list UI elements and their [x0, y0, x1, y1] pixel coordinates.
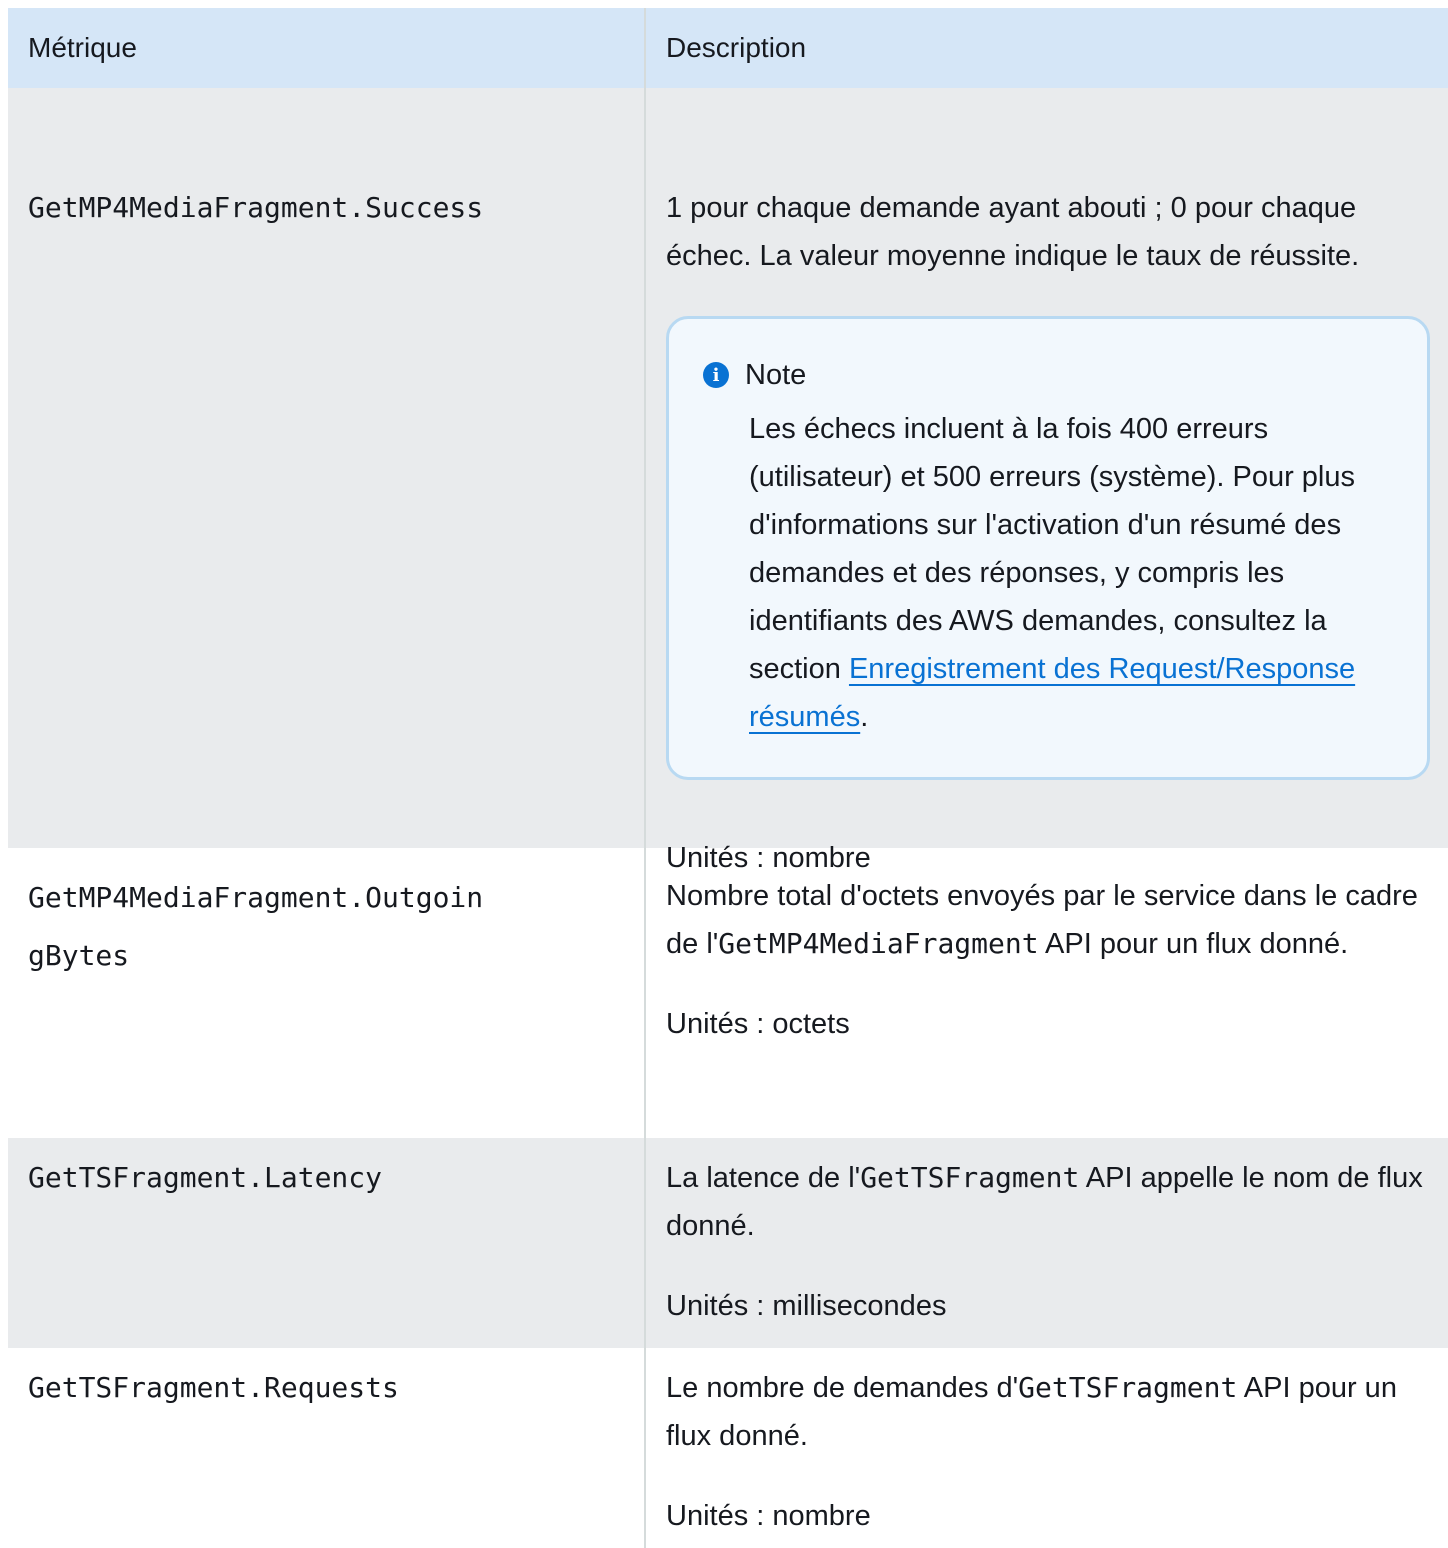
header-cell-description: Description	[646, 8, 1448, 88]
table-row: GetMP4MediaFragment.Success 1 pour chaqu…	[8, 88, 1448, 874]
units-text: Unités : nombre	[666, 1500, 871, 1532]
description-cell: Nombre total d'octets envoyés par le ser…	[646, 848, 1448, 1138]
metric-name: GetMP4MediaFragment.Success	[28, 191, 484, 224]
metric-cell: GetTSFragment.Requests	[8, 1348, 646, 1548]
info-icon: i	[703, 362, 729, 388]
note-text: Les échecs incluent à la fois 400 erreur…	[749, 413, 1355, 685]
description-text-start: La latence de l'	[666, 1162, 861, 1194]
table-row: GetTSFragment.Requests Le nombre de dema…	[8, 1348, 1448, 1548]
metrics-table: Métrique Description GetMP4MediaFragment…	[8, 8, 1448, 1548]
metric-cell: GetMP4MediaFragment.Outgoin gBytes	[8, 848, 646, 1138]
description-text-end: API pour un flux donné.	[1038, 928, 1349, 960]
units-text: Unités : millisecondes	[666, 1290, 947, 1322]
metric-cell: GetTSFragment.Latency	[8, 1138, 646, 1348]
description-cell: 1 pour chaque demande ayant abouti ; 0 p…	[646, 88, 1448, 874]
note-header: i Note	[703, 353, 1397, 397]
metric-name: GetTSFragment.Requests	[28, 1371, 399, 1404]
table-row: GetTSFragment.Latency La latence de l'Ge…	[8, 1138, 1448, 1348]
note-title: Note	[745, 358, 807, 391]
api-name-code: GetTSFragment	[1018, 1371, 1238, 1404]
units-text: Unités : octets	[666, 1008, 850, 1040]
description-text-start: Le nombre de demandes d'	[666, 1372, 1019, 1404]
metric-name: GetTSFragment.Latency	[28, 1161, 383, 1194]
api-name-code: GetTSFragment	[860, 1161, 1080, 1194]
description-cell: Le nombre de demandes d'GetTSFragment AP…	[646, 1348, 1448, 1548]
column-header-metric: Métrique	[28, 32, 137, 63]
description-cell: La latence de l'GetTSFragment API appell…	[646, 1138, 1448, 1348]
note-text-end: .	[860, 701, 869, 733]
header-cell-metric: Métrique	[8, 8, 646, 88]
api-name-code: GetMP4MediaFragment	[718, 927, 1039, 960]
description-text: Nombre total d'octets envoyés par le ser…	[666, 848, 1426, 968]
note-body: Les échecs incluent à la fois 400 erreur…	[749, 405, 1397, 741]
metric-cell: GetMP4MediaFragment.Success	[8, 88, 646, 848]
note-box: i Note Les échecs incluent à la fois 400…	[666, 316, 1430, 780]
table-header: Métrique Description	[8, 8, 1448, 88]
description-text: 1 pour chaque demande ayant abouti ; 0 p…	[666, 192, 1360, 272]
column-header-description: Description	[666, 32, 807, 63]
description-text: La latence de l'GetTSFragment API appell…	[666, 1138, 1426, 1250]
metric-name-line2: gBytes	[28, 939, 130, 972]
description-text: Le nombre de demandes d'GetTSFragment AP…	[666, 1348, 1426, 1460]
table-row: GetMP4MediaFragment.Outgoin gBytes Nombr…	[8, 848, 1448, 1138]
metric-name-line1: GetMP4MediaFragment.Outgoin	[28, 881, 484, 914]
